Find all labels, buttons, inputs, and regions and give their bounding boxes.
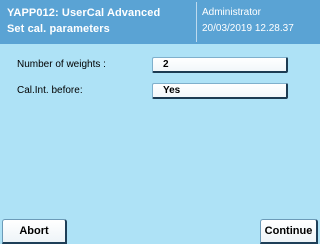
app-title: YAPP012: UserCal Advanced	[7, 7, 161, 19]
param-label: Cal.Int. before:	[17, 85, 83, 96]
continue-button[interactable]: Continue	[260, 219, 318, 244]
user-name: Administrator	[202, 7, 261, 18]
number-of-weights-field[interactable]: 2	[152, 57, 288, 73]
screen: YAPP012: UserCal Advanced Set cal. param…	[0, 0, 320, 244]
param-label: Number of weights :	[17, 59, 106, 70]
page-subtitle: Set cal. parameters	[7, 23, 110, 35]
cal-int-before-field[interactable]: Yes	[152, 83, 288, 99]
param-row-cal-int-before: Cal.Int. before: Yes	[0, 83, 320, 103]
header-user-block: Administrator 20/03/2019 12.28.37	[202, 5, 318, 37]
header-divider	[196, 2, 197, 42]
abort-button[interactable]: Abort	[2, 219, 67, 244]
header-bar: YAPP012: UserCal Advanced Set cal. param…	[0, 0, 320, 44]
date-time: 20/03/2019 12.28.37	[202, 23, 294, 34]
header-title-block: YAPP012: UserCal Advanced Set cal. param…	[7, 5, 197, 37]
param-row-number-of-weights: Number of weights : 2	[0, 57, 320, 77]
